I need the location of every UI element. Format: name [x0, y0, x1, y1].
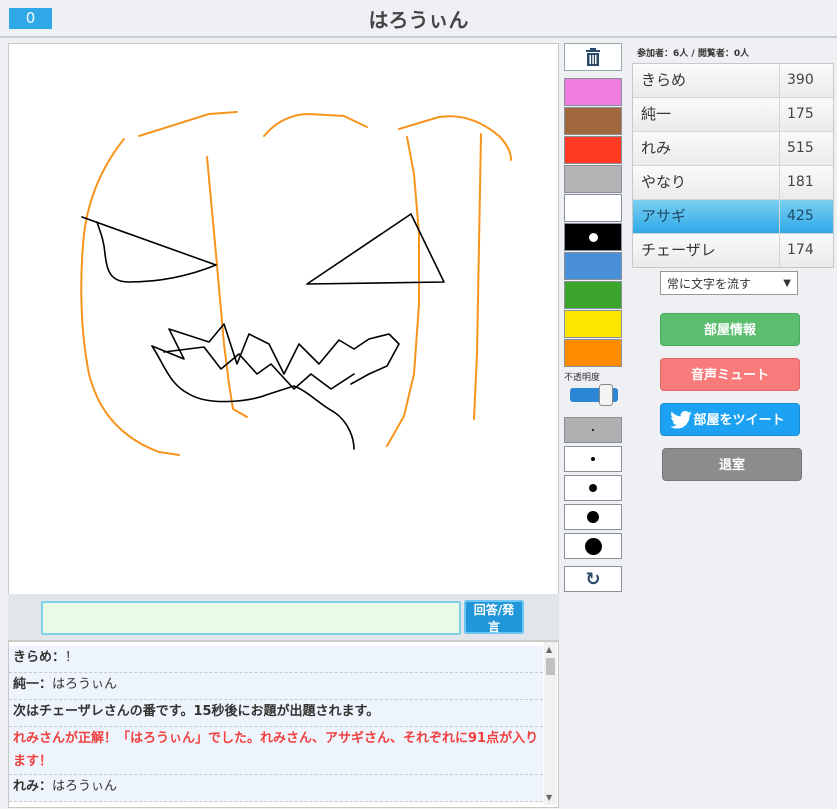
answer-bar: 回答/発言: [8, 594, 559, 641]
chat-text: はろうぃん: [52, 677, 118, 692]
player-score: 181: [787, 174, 814, 190]
player-name: やなり: [633, 166, 780, 199]
color-swatch-gray[interactable]: [564, 165, 622, 193]
color-swatch-red[interactable]: [564, 136, 622, 164]
opacity-label: 不透明度: [564, 373, 601, 383]
exit-room-button[interactable]: 退室: [662, 448, 802, 481]
brush-size-2[interactable]: [564, 446, 622, 472]
chat-alert-message: れみさんが正解！「はろうぃん」でした。れみさん、アサギさん、それぞれに91点が入…: [9, 727, 543, 775]
color-swatch-orange[interactable]: [564, 339, 622, 367]
player-list: きらめ 390 純一 175 れみ 515 やなり 181 アサギ 425 チェ…: [632, 63, 834, 268]
color-swatch-pink[interactable]: [564, 78, 622, 106]
select-value: 常に文字を流す: [667, 277, 752, 291]
color-swatch-brown[interactable]: [564, 107, 622, 135]
color-swatch-white[interactable]: [564, 194, 622, 222]
color-swatch-black[interactable]: [564, 223, 622, 251]
player-score: 174: [787, 242, 814, 258]
comment-flow-select[interactable]: 常に文字を流す ▼: [660, 271, 798, 295]
scroll-down-icon[interactable]: ▼: [546, 793, 552, 802]
player-score: 175: [787, 106, 814, 122]
selected-indicator: [588, 232, 598, 242]
player-row: チェーザレ 174: [633, 234, 833, 267]
brush-dot-icon: [587, 511, 599, 523]
tweet-room-button[interactable]: 部屋をツイート: [660, 403, 800, 436]
color-swatch-blue[interactable]: [564, 252, 622, 280]
chevron-down-icon: ▼: [783, 278, 791, 289]
chat-message: 純一：はろうぃん: [9, 673, 543, 700]
mute-audio-button[interactable]: 音声ミュート: [660, 358, 800, 391]
room-info-button[interactable]: 部屋情報: [660, 313, 800, 346]
page-title: はろうぃん: [368, 8, 469, 32]
player-row: やなり 181: [633, 166, 833, 200]
undo-button[interactable]: ↻: [564, 566, 622, 592]
color-swatch-yellow[interactable]: [564, 310, 622, 338]
top-bar: 0 はろうぃん: [0, 0, 837, 38]
clear-canvas-button[interactable]: [564, 43, 622, 71]
scroll-thumb[interactable]: [546, 658, 555, 675]
chat-system-message: 次はチェーザレさんの番です。15秒後にお題が出題されます。: [9, 700, 543, 727]
player-name: きらめ: [633, 64, 780, 97]
twitter-bird-icon: [670, 411, 692, 429]
brush-size-5[interactable]: [564, 533, 622, 559]
player-name: れみ: [633, 132, 780, 165]
chat-text: ！: [65, 650, 79, 665]
player-row: れみ 515: [633, 132, 833, 166]
answer-submit-button[interactable]: 回答/発言: [464, 600, 524, 634]
trash-icon: [586, 48, 600, 66]
chat-scrollbar[interactable]: ▲ ▼: [544, 642, 557, 805]
player-score: 425: [787, 208, 814, 224]
scroll-up-icon[interactable]: ▲: [546, 645, 552, 654]
drawing-canvas[interactable]: [8, 43, 559, 595]
brush-dot-icon: [589, 484, 597, 492]
player-score: 390: [787, 72, 814, 88]
participants-info: 参加者：6人 / 閲覧者：0人: [637, 49, 750, 59]
player-name: アサギ: [633, 200, 780, 233]
brush-size-4[interactable]: [564, 504, 622, 530]
brush-dot-icon: [592, 429, 594, 431]
chat-message: きらめ：！: [9, 646, 543, 673]
chat-author: れみ: [13, 779, 40, 794]
color-swatch-green[interactable]: [564, 281, 622, 309]
opacity-slider-handle[interactable]: [599, 384, 613, 406]
undo-icon: ↻: [585, 568, 601, 590]
player-row-current-drawer: アサギ 425: [633, 200, 833, 234]
player-score: 515: [787, 140, 814, 156]
chat-message: れみ：はろうぃん: [9, 775, 543, 802]
player-name: 純一: [633, 98, 780, 131]
player-name: チェーザレ: [633, 234, 780, 267]
brush-dot-icon: [591, 457, 595, 461]
brush-dot-icon: [584, 537, 602, 555]
drawing-strokes: [80, 111, 512, 456]
answer-input[interactable]: [41, 601, 461, 635]
player-row: きらめ 390: [633, 64, 833, 98]
brush-size-1[interactable]: [564, 417, 622, 443]
brush-size-3[interactable]: [564, 475, 622, 501]
chat-author: きらめ: [13, 650, 53, 665]
chat-text: はろうぃん: [52, 779, 118, 794]
chat-log: きらめ：！ 純一：はろうぃん 次はチェーザレさんの番です。15秒後にお題が出題さ…: [8, 641, 559, 808]
player-row: 純一 175: [633, 98, 833, 132]
chat-author: 純一: [13, 677, 40, 692]
